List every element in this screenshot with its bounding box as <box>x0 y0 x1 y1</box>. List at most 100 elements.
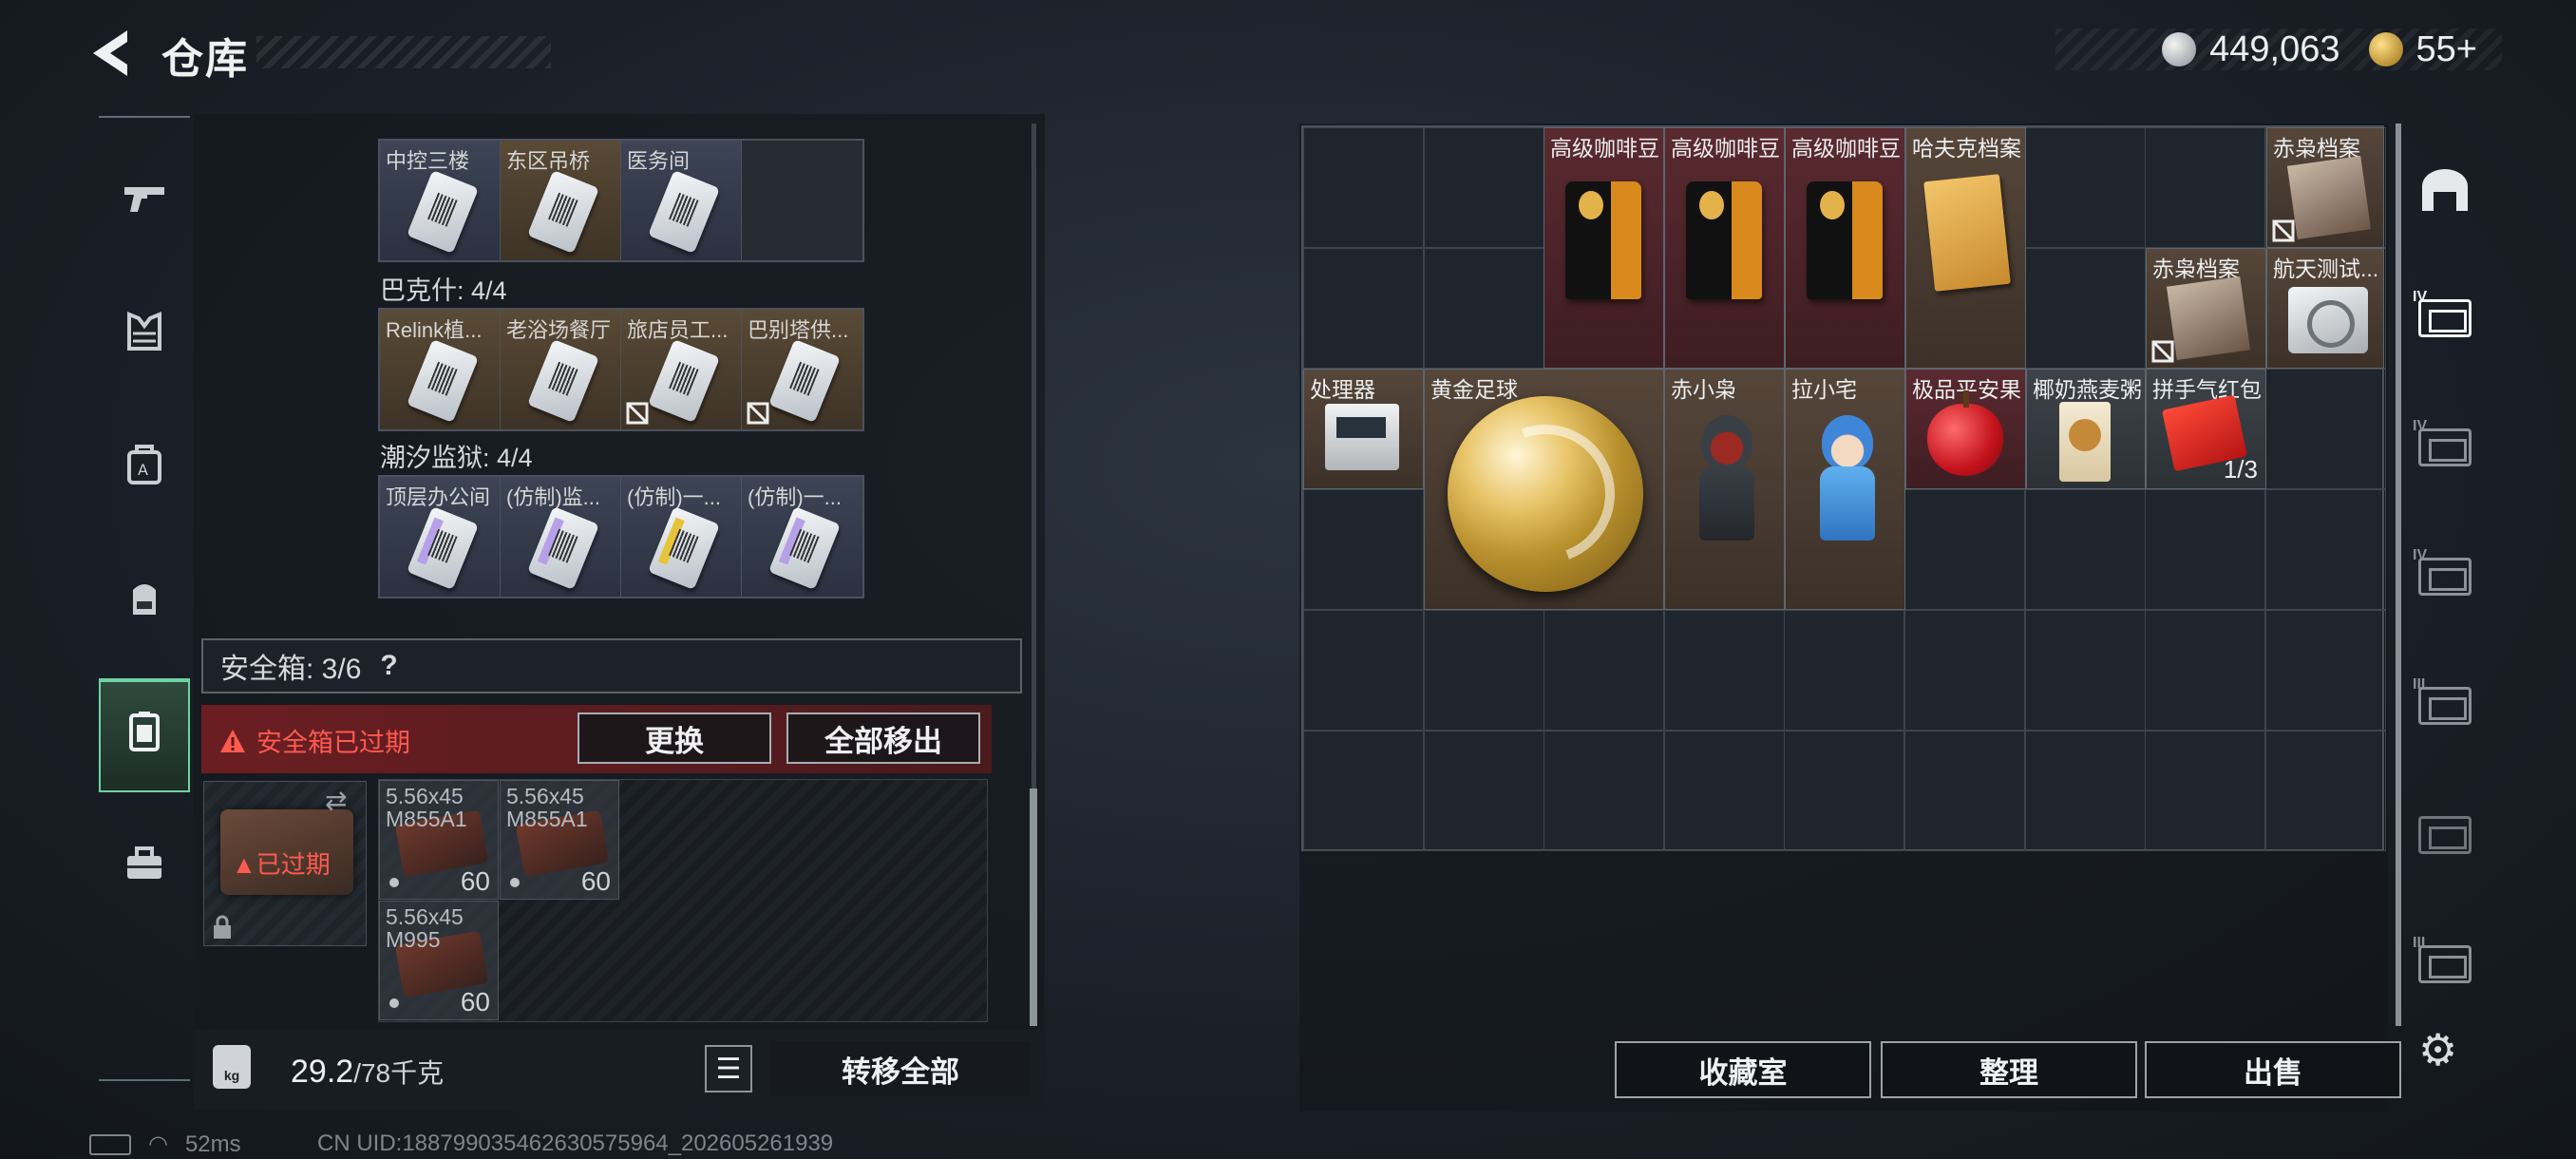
grid-cell[interactable] <box>1544 610 1665 731</box>
ammo-item[interactable]: 5.56x45 M855A1 60 <box>379 780 499 900</box>
back-button[interactable] <box>85 27 142 80</box>
nav-vest[interactable]: A <box>99 412 190 526</box>
collection-room-button[interactable]: 收藏室 <box>1615 1041 1871 1098</box>
grid-item[interactable]: 赤枭档案 <box>2266 127 2384 248</box>
item-name: 处理器 <box>1310 377 1375 402</box>
grid-cell[interactable] <box>2024 731 2146 851</box>
grid-cell[interactable] <box>2024 610 2146 731</box>
expired-tag-text: 已过期 <box>256 850 331 879</box>
warehouse-tab-1[interactable]: IV <box>2409 285 2481 352</box>
nav-toolbox[interactable] <box>99 811 190 925</box>
figure-head <box>1822 415 1873 470</box>
grid-cell[interactable] <box>2145 610 2266 731</box>
grid-cell[interactable] <box>1303 731 1424 851</box>
grid-cell[interactable] <box>2264 731 2386 851</box>
grid-item[interactable]: 赤小枭 <box>1664 369 1785 610</box>
help-icon[interactable]: ? <box>380 650 397 682</box>
grid-item[interactable]: 高级咖啡豆 <box>1544 127 1664 369</box>
grid-item[interactable]: 极品平安果 <box>1905 369 2026 489</box>
nav-gun[interactable] <box>99 146 190 260</box>
grid-cell[interactable] <box>1423 127 1544 248</box>
grid-cell[interactable] <box>1544 731 1665 851</box>
grid-item[interactable]: 航天测试... <box>2266 248 2384 369</box>
title-decoration <box>256 36 551 68</box>
grid-cell[interactable] <box>1303 127 1424 248</box>
grid-cell[interactable] <box>1784 610 1905 731</box>
grid-cell[interactable] <box>1303 489 1424 610</box>
no-trade-icon <box>2151 340 2174 363</box>
key-item[interactable]: 医务间 <box>621 141 742 260</box>
grid-cell[interactable] <box>1784 731 1905 851</box>
grid-cell[interactable] <box>2145 127 2266 248</box>
nav-armor[interactable] <box>99 279 190 393</box>
scrollbar-thumb[interactable] <box>1030 788 1037 1026</box>
empty-slot[interactable] <box>742 141 862 260</box>
list-view-button[interactable]: ☰ <box>705 1045 752 1092</box>
keycard-icon <box>527 505 599 591</box>
key-item[interactable]: (仿制)一... <box>621 477 742 597</box>
grid-cell[interactable] <box>1423 610 1544 731</box>
warehouse-tab-3[interactable]: IV <box>2409 543 2481 610</box>
grid-item[interactable]: 处理器 <box>1303 369 1424 489</box>
key-row: Relink植... 老浴场餐厅 旅店员工... 巴别塔供... <box>378 308 864 431</box>
grid-cell[interactable] <box>1423 731 1544 851</box>
grid-cell[interactable] <box>1303 610 1424 731</box>
grid-cell[interactable] <box>2024 248 2146 369</box>
warehouse-tab-2[interactable]: IV <box>2409 414 2481 481</box>
warning-icon <box>220 729 245 752</box>
nav-safe-box[interactable] <box>99 678 190 792</box>
item-name: 椰奶燕麦粥 <box>2033 377 2142 402</box>
key-item[interactable]: Relink植... <box>380 310 501 429</box>
grid-item[interactable]: 拉小宅 <box>1785 369 1905 610</box>
grid-cell[interactable] <box>1904 489 2025 610</box>
grid-cell[interactable] <box>2264 369 2386 489</box>
grid-cell[interactable] <box>2264 489 2386 610</box>
key-item[interactable]: (仿制)一... <box>742 477 862 597</box>
grid-cell[interactable] <box>1423 248 1544 369</box>
key-item[interactable]: 老浴场餐厅 <box>501 310 621 429</box>
grid-cell[interactable] <box>1663 731 1785 851</box>
left-nav: A <box>99 116 190 1081</box>
grid-item[interactable]: 高级咖啡豆 <box>1785 127 1905 369</box>
grid-cell[interactable] <box>1663 610 1785 731</box>
grid-cell[interactable] <box>1904 610 2025 731</box>
key-item[interactable]: 东区吊桥 <box>501 141 621 260</box>
key-item[interactable]: 巴别塔供... <box>742 310 862 429</box>
swap-icon[interactable]: ⇄ <box>325 785 347 816</box>
ammo-item[interactable]: 5.56x45 M855A1 60 <box>500 780 619 900</box>
grid-cell[interactable] <box>1303 248 1424 369</box>
grid-item[interactable]: 高级咖啡豆 <box>1664 127 1785 369</box>
grid-cell[interactable] <box>2145 731 2266 851</box>
warehouse-tab-6[interactable]: III <box>2409 931 2481 998</box>
grid-item[interactable]: 赤枭档案 <box>2146 248 2266 369</box>
grid-item[interactable]: 哈夫克档案 <box>1905 127 2026 369</box>
weight-current: 29.2 <box>291 1054 354 1090</box>
key-item[interactable]: 中控三楼 <box>380 141 501 260</box>
settings-gear-icon[interactable]: ⚙ <box>2418 1024 2457 1075</box>
grid-cell[interactable] <box>2264 610 2386 731</box>
grid-item[interactable]: 拼手气红包 1/3 <box>2146 369 2266 489</box>
key-item[interactable]: 旅店员工... <box>621 310 742 429</box>
grid-cell[interactable] <box>2024 489 2146 610</box>
key-item[interactable]: (仿制)监... <box>501 477 621 597</box>
grid-cell[interactable] <box>2145 489 2266 610</box>
replace-button[interactable]: 更换 <box>578 712 771 764</box>
figure-icon <box>1692 415 1758 548</box>
ammo-item[interactable]: 5.56x45 M995 60 <box>379 901 499 1020</box>
key-item[interactable]: 顶层办公间 <box>380 477 501 597</box>
grid-item[interactable]: 黄金足球 <box>1424 369 1664 610</box>
remove-all-button[interactable]: 全部移出 <box>786 712 980 764</box>
item-name: 老浴场餐厅 <box>506 318 612 342</box>
sell-button[interactable]: 出售 <box>2145 1041 2401 1098</box>
warehouse-tab-4[interactable]: III <box>2409 673 2481 739</box>
warehouse-tab-5[interactable] <box>2409 802 2481 868</box>
warehouse-all-tab[interactable] <box>2409 158 2481 224</box>
grid-cell[interactable] <box>2024 127 2146 248</box>
gold-currency-value[interactable]: 55+ <box>2416 29 2477 70</box>
nav-backpack[interactable] <box>99 545 190 659</box>
grid-cell[interactable] <box>1904 731 2025 851</box>
grid-item[interactable]: 椰奶燕麦粥 <box>2026 369 2146 489</box>
transfer-all-button[interactable]: 转移全部 <box>771 1041 1030 1096</box>
currency-bar: 449,063 55+ <box>2055 28 2502 70</box>
arrange-button[interactable]: 整理 <box>1881 1041 2137 1098</box>
